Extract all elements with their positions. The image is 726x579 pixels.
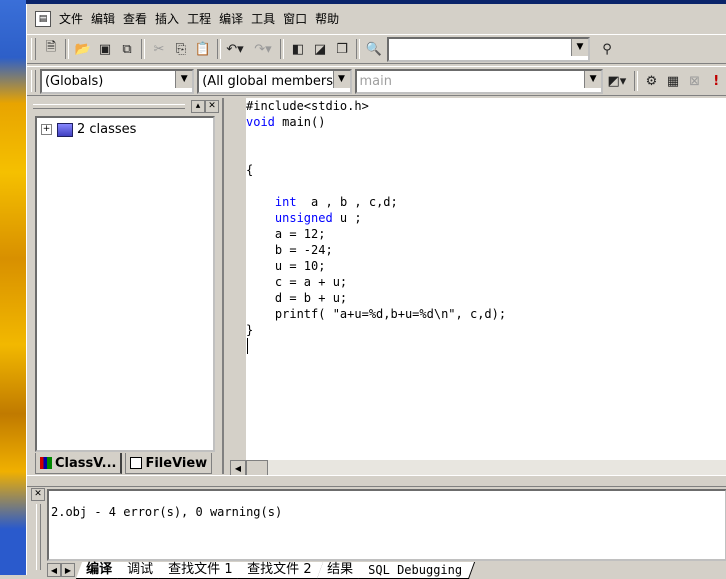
- tree-item-classes[interactable]: + 2 classes: [41, 122, 136, 137]
- function-value: main: [359, 73, 392, 89]
- output-header: ✕: [31, 488, 45, 573]
- output-splitter[interactable]: [27, 475, 726, 487]
- wizard-action-icon[interactable]: ◩▾: [606, 70, 628, 92]
- file-view-icon: [130, 457, 143, 469]
- workspace-header: ▴ ✕: [31, 98, 221, 114]
- chevron-down-icon[interactable]: ▼: [332, 70, 350, 88]
- redo-icon[interactable]: ↷▾: [252, 38, 274, 60]
- window-list-icon[interactable]: ❐: [331, 38, 353, 60]
- toolbar-separator: [280, 39, 284, 59]
- editor-gutter[interactable]: [226, 98, 246, 460]
- chevron-down-icon[interactable]: ▼: [571, 38, 588, 56]
- editor-horizontal-scrollbar[interactable]: ◀: [230, 460, 726, 476]
- output-window[interactable]: 2.obj - 4 error(s), 0 warning(s): [47, 489, 726, 561]
- tab-label: 查找文件 2: [247, 561, 313, 577]
- chevron-down-icon[interactable]: ▼: [584, 70, 602, 88]
- tab-label: 调试: [127, 561, 154, 577]
- close-icon[interactable]: ✕: [31, 488, 45, 501]
- expand-plus-icon[interactable]: +: [41, 124, 52, 135]
- output-window-icon[interactable]: ◪: [309, 38, 331, 60]
- scroll-left-icon[interactable]: ◀: [230, 460, 246, 476]
- maximize-icon[interactable]: ▴: [191, 100, 205, 113]
- scroll-thumb[interactable]: [246, 460, 268, 476]
- workspace-tabs: ClassV... FileView: [35, 453, 217, 475]
- class-view-tree[interactable]: + 2 classes: [35, 116, 215, 452]
- tab-find-in-files-2[interactable]: 查找文件 2: [237, 561, 325, 579]
- toolbar-separator: [356, 39, 360, 59]
- open-folder-icon[interactable]: 📂: [72, 38, 94, 60]
- tab-label: SQL Debugging: [368, 562, 462, 577]
- close-icon[interactable]: ✕: [205, 100, 219, 113]
- menu-window[interactable]: 窗口: [279, 10, 311, 28]
- wizard-bar: (Globals) ▼ (All global members ▼ main ▼…: [27, 66, 726, 96]
- menu-help[interactable]: 帮助: [311, 10, 343, 28]
- workspace-grip[interactable]: [33, 104, 185, 109]
- tree-item-label: 2 classes: [77, 122, 137, 137]
- output-grip[interactable]: [36, 504, 41, 570]
- save-icon[interactable]: ▣: [94, 38, 116, 60]
- menu-file[interactable]: 文件: [55, 10, 87, 28]
- toolbar-grip[interactable]: [31, 38, 36, 60]
- find-binoculars-icon[interactable]: ⚲: [596, 38, 618, 60]
- source-code[interactable]: #include<stdio.h> void main() { int a , …: [246, 98, 506, 338]
- find-combo[interactable]: ▼: [387, 36, 590, 62]
- menu-insert[interactable]: 插入: [151, 10, 183, 28]
- toolbar-separator: [65, 39, 69, 59]
- toolbar-separator: [141, 39, 145, 59]
- cut-icon[interactable]: ✂: [148, 38, 170, 60]
- menu-bar: ▤ 文件 编辑 查看 插入 工程 编译 工具 窗口 帮助: [27, 8, 726, 30]
- copy-icon[interactable]: ⎘: [170, 38, 192, 60]
- desktop-wallpaper: [0, 0, 26, 575]
- function-combo[interactable]: main ▼: [354, 68, 604, 94]
- paste-icon[interactable]: 📋: [192, 38, 214, 60]
- toolbar-grip[interactable]: [31, 70, 36, 92]
- class-scope-value: (Globals): [44, 73, 104, 89]
- members-filter-value: (All global members: [202, 73, 334, 89]
- menu-tools[interactable]: 工具: [247, 10, 279, 28]
- tab-label: FileView: [145, 455, 208, 471]
- standard-toolbar: 🗎 📂 ▣ ⧉ ✂ ⎘ 📋 ↶▾ ↷▾ ◧ ◪ ❐ 🔍 ▼ ⚲: [27, 34, 726, 64]
- tab-file-view[interactable]: FileView: [125, 453, 213, 474]
- execute-icon[interactable]: !: [705, 70, 726, 92]
- chevron-down-icon[interactable]: ▼: [175, 70, 193, 88]
- workspace-window-icon[interactable]: ◧: [287, 38, 309, 60]
- menu-project[interactable]: 工程: [183, 10, 215, 28]
- menu-view[interactable]: 查看: [119, 10, 151, 28]
- classes-folder-icon: [57, 122, 73, 137]
- tab-label: 编译: [86, 561, 113, 577]
- output-tabs: ◀ ▶ 编译 调试 查找文件 1 查找文件 2 结果 SQL Debugging: [47, 561, 726, 579]
- new-text-file-icon[interactable]: 🗎: [40, 38, 62, 60]
- tab-label: ClassV...: [55, 455, 117, 471]
- tab-class-view[interactable]: ClassV...: [35, 453, 123, 474]
- build-result-message: 2.obj - 4 error(s), 0 warning(s): [51, 505, 283, 519]
- code-editor[interactable]: #include<stdio.h> void main() { int a , …: [246, 98, 726, 460]
- toolbar-separator: [633, 71, 638, 91]
- toolbar-separator: [217, 39, 221, 59]
- tab-label: 结果: [327, 561, 354, 577]
- compile-icon[interactable]: ⚙: [641, 70, 663, 92]
- class-scope-combo[interactable]: (Globals) ▼: [39, 68, 195, 94]
- undo-icon[interactable]: ↶▾: [224, 38, 246, 60]
- menu-edit[interactable]: 编辑: [87, 10, 119, 28]
- menu-build[interactable]: 编译: [215, 10, 247, 28]
- stop-build-icon[interactable]: ⊠: [684, 70, 706, 92]
- members-filter-combo[interactable]: (All global members ▼: [197, 68, 352, 94]
- class-view-icon: [40, 457, 52, 469]
- build-icon[interactable]: ▦: [662, 70, 684, 92]
- document-icon[interactable]: ▤: [35, 11, 51, 27]
- tab-find-in-files-1[interactable]: 查找文件 1: [157, 561, 246, 579]
- save-all-icon[interactable]: ⧉: [116, 38, 138, 60]
- find-in-files-icon[interactable]: 🔍: [363, 38, 385, 60]
- vc6-ide-window: ▤ 文件 编辑 查看 插入 工程 编译 工具 窗口 帮助 🗎 📂 ▣ ⧉ ✂ ⎘…: [26, 4, 726, 579]
- tab-label: 查找文件 1: [168, 561, 233, 577]
- text-caret: [247, 338, 248, 354]
- tab-sql-debugging[interactable]: SQL Debugging: [357, 561, 475, 579]
